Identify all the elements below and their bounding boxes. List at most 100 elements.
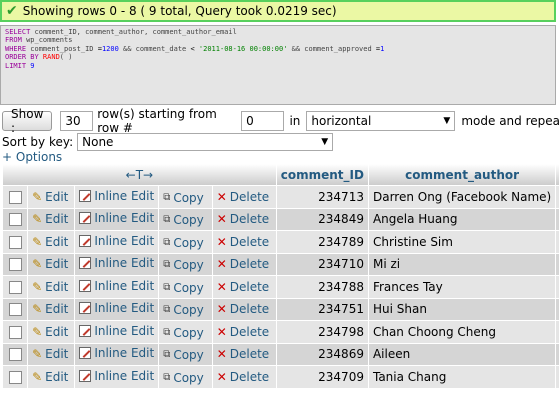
edit-link[interactable]: ✎ Edit [32,302,68,316]
inline-edit-link[interactable]: Inline Edit [79,256,154,270]
comment-author-cell[interactable]: Frances Tay [368,276,556,298]
inline-edit-link[interactable]: Inline Edit [79,279,154,293]
comment-id-cell[interactable]: 234869 [276,343,368,365]
delete-link[interactable]: ✕ Delete [217,370,270,384]
table-row: ✎ Edit Inline Edit ⧉ Copy ✕ Delete 234849 Angela… [3,208,559,230]
copy-label: Copy [173,235,204,250]
edit-cell: ✎ Edit [28,231,75,253]
row-checkbox[interactable] [8,190,22,204]
comment-id-cell[interactable]: 234713 [276,186,368,208]
edit-link[interactable]: ✎ Edit [32,280,68,294]
edit-link[interactable]: ✎ Edit [32,235,68,249]
comment-id-cell[interactable]: 234751 [276,298,368,320]
edit-link[interactable]: ✎ Edit [32,190,68,204]
display-mode-select[interactable]: horizontal ▼ [306,111,456,131]
delete-link[interactable]: ✕ Delete [217,235,270,249]
edit-link[interactable]: ✎ Edit [32,370,68,384]
copy-link[interactable]: ⧉ Copy [163,281,204,295]
copy-link[interactable]: ⧉ Copy [163,348,204,362]
row-checkbox[interactable] [8,370,22,384]
delete-x-icon: ✕ [216,234,227,249]
sql-line-where: WHERE comment_post_ID =1200 && comment_d… [5,45,551,53]
options-link[interactable]: + Options [2,150,62,164]
inline-edit-link[interactable]: Inline Edit [79,189,154,203]
copy-link[interactable]: ⧉ Copy [163,213,204,227]
row-checkbox[interactable] [8,280,22,294]
comment-author-cell[interactable]: Hui Shan [368,298,556,320]
column-header-comment-id[interactable]: comment_ID [276,164,368,185]
comment-author-cell[interactable]: Angela Huang [368,208,556,230]
row-checkbox[interactable] [8,303,22,317]
delete-link[interactable]: ✕ Delete [217,347,270,361]
delete-link[interactable]: ✕ Delete [217,190,270,204]
overflow-cell [556,276,559,298]
comment-id-cell[interactable]: 234710 [276,253,368,275]
inline-edit-link[interactable]: Inline Edit [79,324,154,338]
row-checkbox[interactable] [8,348,22,362]
copy-link[interactable]: ⧉ Copy [163,236,204,250]
inline-edit-cell: Inline Edit [75,186,159,208]
inline-edit-link[interactable]: Inline Edit [79,369,154,383]
row-checkbox[interactable] [8,325,22,339]
copy-link[interactable]: ⧉ Copy [163,258,204,272]
status-text: Showing rows 0 - 8 ( 9 total, Query took… [22,4,337,18]
delete-cell: ✕ Delete [212,366,276,388]
copy-link[interactable]: ⧉ Copy [163,371,204,385]
inline-edit-label: Inline Edit [94,233,155,248]
row-checkbox[interactable] [8,213,22,227]
delete-cell: ✕ Delete [212,186,276,208]
inline-edit-label: Inline Edit [94,323,155,338]
comment-id-cell[interactable]: 234789 [276,231,368,253]
start-row-input[interactable]: 0 [241,111,285,131]
edit-link[interactable]: ✎ Edit [32,325,68,339]
comment-author-cell[interactable]: Chan Choong Cheng [368,321,556,343]
copy-icon: ⧉ [163,349,171,361]
comment-author-cell[interactable]: Mi zi [368,253,556,275]
inline-edit-link[interactable]: Inline Edit [79,301,154,315]
sort-key-value: None [82,135,114,149]
row-checkbox[interactable] [8,258,22,272]
sql-number: 1 [380,44,385,53]
delete-label: Delete [229,324,270,339]
copy-icon: ⧉ [163,326,171,338]
inline-edit-link[interactable]: Inline Edit [79,211,154,225]
rows-count-input[interactable]: 30 [60,111,94,131]
comment-author-cell[interactable]: Aileen [368,343,556,365]
inline-edit-label: Inline Edit [94,256,155,271]
edit-link[interactable]: ✎ Edit [32,212,68,226]
comment-id-cell[interactable]: 234798 [276,321,368,343]
pencil-icon: ✎ [32,324,43,339]
delete-link[interactable]: ✕ Delete [217,212,270,226]
comment-id-cell[interactable]: 234849 [276,208,368,230]
delete-link[interactable]: ✕ Delete [217,302,270,316]
comment-id-cell[interactable]: 234709 [276,366,368,388]
column-header-comment-author[interactable]: comment_author [368,164,556,185]
delete-link[interactable]: ✕ Delete [217,257,270,271]
inline-edit-link[interactable]: Inline Edit [79,346,154,360]
show-button[interactable]: Show : [2,107,53,135]
copy-icon: ⧉ [163,304,171,316]
comment-author-cell[interactable]: Tania Chang [368,366,556,388]
copy-link[interactable]: ⧉ Copy [163,326,204,340]
comment-author-cell[interactable]: Darren Ong (Facebook Name) [368,186,556,208]
edit-cell: ✎ Edit [28,186,75,208]
inline-edit-icon [79,234,92,247]
row-checkbox[interactable] [8,235,22,249]
sort-key-select[interactable]: None ▼ [77,133,334,151]
pencil-icon: ✎ [32,257,43,272]
comment-id-cell[interactable]: 234788 [276,276,368,298]
sql-text: && comment_date [118,44,191,53]
copy-link[interactable]: ⧉ Copy [163,191,204,205]
overflow-cell [556,208,559,230]
edit-link[interactable]: ✎ Edit [32,257,68,271]
row-select-cell [3,231,28,253]
copy-cell: ⧉ Copy [159,186,212,208]
check-icon: ✔ [6,3,18,19]
copy-link[interactable]: ⧉ Copy [163,303,204,317]
edit-link[interactable]: ✎ Edit [32,347,68,361]
delete-link[interactable]: ✕ Delete [217,280,270,294]
inline-edit-link[interactable]: Inline Edit [79,234,154,248]
comment-author-cell[interactable]: Christine Sim [368,231,556,253]
delete-link[interactable]: ✕ Delete [217,325,270,339]
column-resize-header[interactable]: ←T→ [3,164,276,185]
